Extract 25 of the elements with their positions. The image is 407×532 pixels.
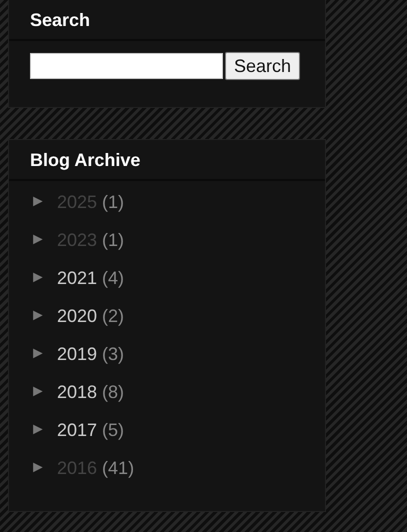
widget-title: Blog Archive bbox=[9, 140, 325, 181]
search-button[interactable]: Search bbox=[225, 52, 300, 80]
post-count: (8) bbox=[102, 382, 124, 402]
expand-toggle[interactable]: ► bbox=[30, 269, 57, 287]
expand-toggle[interactable]: ► bbox=[30, 345, 57, 363]
expand-toggle[interactable]: ► bbox=[30, 383, 57, 401]
year-link[interactable]: 2021 bbox=[57, 268, 98, 288]
search-field[interactable] bbox=[30, 53, 223, 79]
expand-toggle[interactable]: ► bbox=[30, 307, 57, 325]
year-link[interactable]: 2018 bbox=[57, 382, 98, 402]
post-count: (5) bbox=[102, 420, 124, 440]
post-count: (1) bbox=[102, 192, 124, 212]
post-count: (4) bbox=[102, 268, 124, 288]
expand-toggle[interactable]: ► bbox=[30, 421, 57, 439]
expand-toggle[interactable]: ► bbox=[30, 231, 57, 249]
post-count: (1) bbox=[102, 230, 124, 250]
year-link[interactable]: 2020 bbox=[57, 306, 98, 326]
expand-toggle[interactable]: ► bbox=[30, 459, 57, 477]
post-count: (41) bbox=[102, 458, 134, 478]
post-count: (3) bbox=[102, 344, 124, 364]
year-link[interactable]: 2017 bbox=[57, 420, 98, 440]
expand-toggle[interactable]: ► bbox=[30, 193, 57, 211]
year-link[interactable]: 2019 bbox=[57, 344, 98, 364]
widget-title: Search bbox=[9, 0, 325, 41]
post-count: (2) bbox=[102, 306, 124, 326]
